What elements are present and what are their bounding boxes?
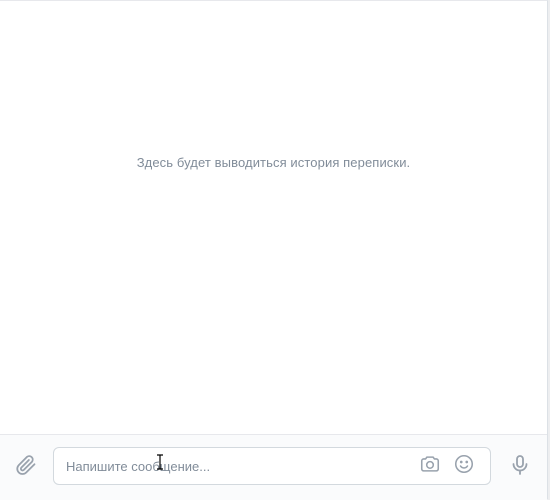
camera-button[interactable] [417,453,443,479]
smile-icon [453,453,475,480]
message-input[interactable] [66,448,406,484]
emoji-button[interactable] [451,453,477,479]
empty-history-text: Здесь будет выводиться история переписки… [136,155,411,170]
paperclip-icon [14,453,38,482]
chat-window: Здесь будет выводиться история переписки… [0,0,548,500]
message-input-wrapper [53,447,491,485]
camera-icon [419,453,441,480]
attach-button[interactable] [12,453,40,481]
message-history: Здесь будет выводиться история переписки… [0,1,547,434]
microphone-icon [508,453,532,482]
message-composer [0,434,547,500]
voice-message-button[interactable] [506,453,534,481]
